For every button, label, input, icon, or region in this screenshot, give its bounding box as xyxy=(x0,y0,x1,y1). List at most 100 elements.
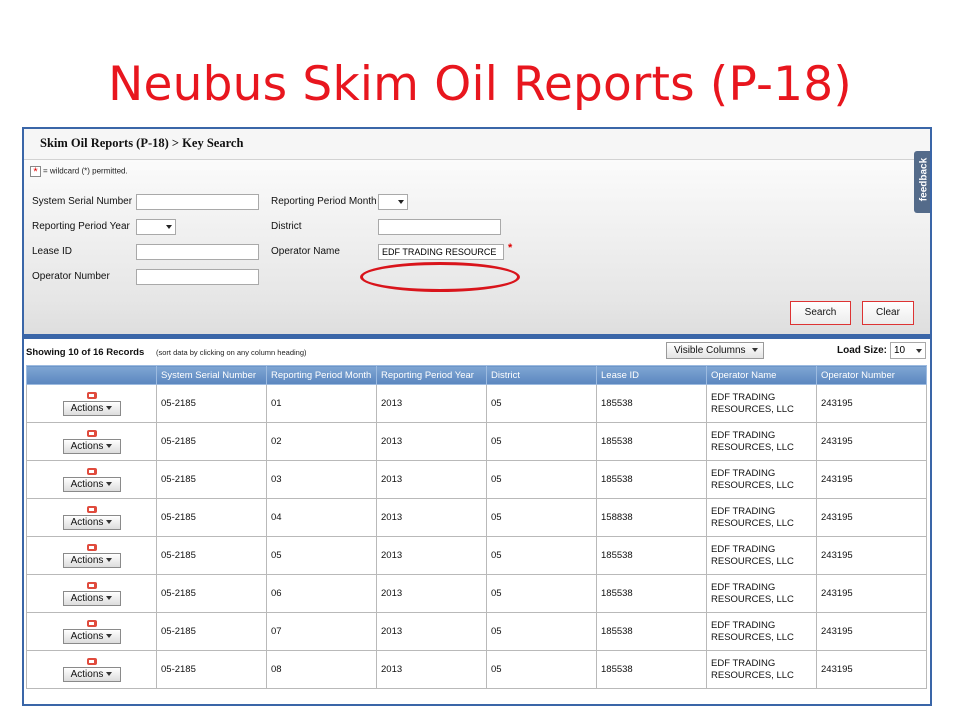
wildcard-marker: * xyxy=(508,242,513,254)
table-cell: 05-2185 xyxy=(156,384,267,423)
pdf-icon[interactable] xyxy=(86,391,97,399)
system-serial-number-label: System Serial Number xyxy=(32,196,133,207)
column-header[interactable]: Operator Name xyxy=(706,365,817,385)
actions-button[interactable]: Actions xyxy=(62,476,121,492)
pdf-icon[interactable] xyxy=(86,657,97,665)
column-header[interactable]: System Serial Number xyxy=(156,365,267,385)
breadcrumb: Skim Oil Reports (P-18) > Key Search xyxy=(40,136,244,150)
district-input[interactable] xyxy=(378,219,501,235)
feedback-tab[interactable]: feedback xyxy=(914,151,930,213)
table-cell: 04 xyxy=(266,498,377,537)
operator-name-input[interactable]: EDF TRADING RESOURCE xyxy=(378,244,504,260)
results-toolbar: Showing 10 of 16 Records (sort data by c… xyxy=(24,339,930,365)
table-cell: 158838 xyxy=(596,498,707,537)
actions-button[interactable]: Actions xyxy=(62,514,121,530)
table-cell: 185538 xyxy=(596,384,707,423)
feedback-label: feedback xyxy=(918,157,930,202)
actions-label: Actions xyxy=(70,668,104,680)
table-cell: EDF TRADING RESOURCES, LLC xyxy=(706,574,817,613)
chevron-down-icon xyxy=(106,671,113,676)
column-header[interactable]: Reporting Period Year xyxy=(376,365,487,385)
table-cell: EDF TRADING RESOURCES, LLC xyxy=(706,536,817,575)
load-size-value: 10 xyxy=(894,345,906,356)
actions-button[interactable]: Actions xyxy=(62,552,121,568)
column-header[interactable]: Reporting Period Month xyxy=(266,365,377,385)
table-cell: 243195 xyxy=(816,574,927,613)
panel-header: Skim Oil Reports (P-18) > Key Search xyxy=(24,129,930,160)
table-cell: 243195 xyxy=(816,384,927,423)
row-actions-cell: Actions xyxy=(26,498,157,537)
table-cell: 01 xyxy=(266,384,377,423)
table-cell: 185538 xyxy=(596,536,707,575)
row-actions-cell: Actions xyxy=(26,650,157,689)
actions-button[interactable]: Actions xyxy=(62,438,121,454)
clear-button[interactable]: Clear xyxy=(862,301,914,325)
table-cell: 07 xyxy=(266,612,377,651)
row-actions-cell: Actions xyxy=(26,612,157,651)
results-table: System Serial Number Reporting Period Mo… xyxy=(26,365,927,689)
column-header[interactable]: Lease ID xyxy=(596,365,707,385)
table-cell: 05 xyxy=(486,574,597,613)
pdf-icon[interactable] xyxy=(86,467,97,475)
wildcard-note: = wildcard (*) permitted. xyxy=(43,166,128,176)
table-cell: 185538 xyxy=(596,650,707,689)
actions-label: Actions xyxy=(70,478,104,490)
actions-button[interactable]: Actions xyxy=(62,590,121,606)
actions-label: Actions xyxy=(70,554,104,566)
pdf-icon[interactable] xyxy=(86,619,97,627)
table-cell: 2013 xyxy=(376,536,487,575)
actions-label: Actions xyxy=(70,402,104,414)
search-form: * = wildcard (*) permitted. System Serial… xyxy=(24,160,930,334)
table-cell: 2013 xyxy=(376,384,487,423)
actions-label: Actions xyxy=(70,630,104,642)
slide-title: Neubus Skim Oil Reports (P-18) xyxy=(108,57,852,112)
wildcard-star-icon: * xyxy=(30,166,41,178)
load-size-label: Load Size: xyxy=(837,345,888,356)
district-label: District xyxy=(271,221,302,232)
sort-note: (sort data by clicking on any column hea… xyxy=(156,348,307,357)
search-button[interactable]: Search xyxy=(790,301,851,325)
actions-button[interactable]: Actions xyxy=(62,666,121,682)
table-cell: 05 xyxy=(486,536,597,575)
column-header[interactable]: Operator Number xyxy=(816,365,927,385)
actions-button[interactable]: Actions xyxy=(62,628,121,644)
column-header[interactable] xyxy=(26,365,157,385)
pdf-icon[interactable] xyxy=(86,543,97,551)
reporting-period-month-select[interactable] xyxy=(378,194,408,210)
table-row: Actions 05-2185 05 2013 05 185538 EDF TRADING … xyxy=(26,536,927,575)
table-row: Actions 05-2185 03 2013 05 185538 EDF TRADING … xyxy=(26,460,927,499)
row-actions-cell: Actions xyxy=(26,422,157,461)
table-cell: EDF TRADING RESOURCES, LLC xyxy=(706,422,817,461)
table-cell: EDF TRADING RESOURCES, LLC xyxy=(706,650,817,689)
chevron-down-icon xyxy=(106,519,113,524)
table-cell: 05 xyxy=(486,422,597,461)
table-cell: 2013 xyxy=(376,498,487,537)
chevron-down-icon xyxy=(106,405,113,410)
table-cell: EDF TRADING RESOURCES, LLC xyxy=(706,498,817,537)
table-cell: 05 xyxy=(486,460,597,499)
row-actions-cell: Actions xyxy=(26,384,157,423)
pdf-icon[interactable] xyxy=(86,429,97,437)
pdf-icon[interactable] xyxy=(86,581,97,589)
table-cell: 2013 xyxy=(376,422,487,461)
load-size-select[interactable]: 10 xyxy=(890,342,926,359)
chevron-down-icon xyxy=(106,443,113,448)
actions-button[interactable]: Actions xyxy=(62,400,121,416)
table-cell: 06 xyxy=(266,574,377,613)
results-grid: System Serial Number Reporting Period Mo… xyxy=(26,365,927,689)
lease-id-input[interactable] xyxy=(136,244,259,260)
table-cell: 2013 xyxy=(376,650,487,689)
table-row: Actions 05-2185 07 2013 05 185538 EDF TRADING … xyxy=(26,612,927,651)
reporting-period-year-label: Reporting Period Year xyxy=(32,221,130,232)
table-cell: 05-2185 xyxy=(156,536,267,575)
reporting-period-year-select[interactable] xyxy=(136,219,176,235)
operator-number-input[interactable] xyxy=(136,269,259,285)
table-cell: 243195 xyxy=(816,536,927,575)
system-serial-number-input[interactable] xyxy=(136,194,259,210)
table-cell: 2013 xyxy=(376,574,487,613)
pdf-icon[interactable] xyxy=(86,505,97,513)
column-header[interactable]: District xyxy=(486,365,597,385)
table-cell: 05 xyxy=(486,612,597,651)
visible-columns-button[interactable]: Visible Columns xyxy=(666,342,764,359)
reporting-period-month-label: Reporting Period Month xyxy=(271,196,377,207)
